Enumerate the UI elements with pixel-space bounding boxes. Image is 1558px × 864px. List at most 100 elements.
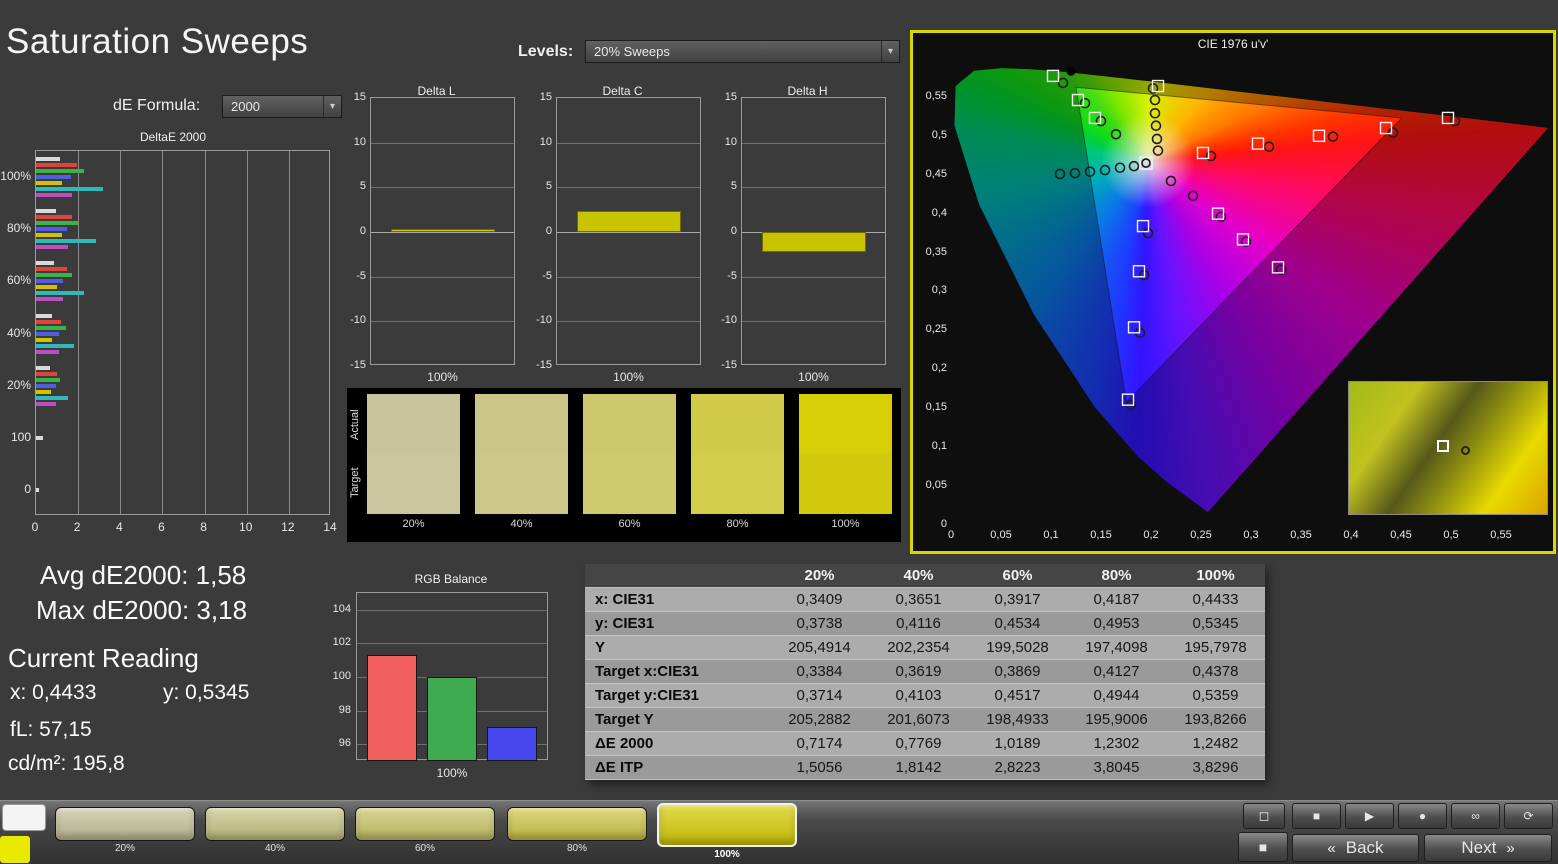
column-header: 100% (1166, 564, 1265, 587)
grid-line (742, 143, 885, 144)
cell: 3,8045 (1067, 756, 1166, 779)
corner-cell (585, 564, 770, 587)
table-row: ΔE 20000,71740,77691,01891,23021,2482 (585, 732, 1265, 756)
x-tick-label: 12 (278, 520, 298, 534)
y-tick-label: -10 (721, 314, 737, 326)
de-bar (36, 350, 59, 354)
cie-y-tick: 0 (913, 518, 947, 530)
cell: 0,4378 (1166, 660, 1265, 683)
table-row: Target x:CIE310,33840,36190,38690,41270,… (585, 660, 1265, 684)
swatch-actual (583, 394, 676, 454)
play-button[interactable]: ▶ (1345, 803, 1394, 829)
saturation-swatch (475, 394, 568, 514)
de-bar (36, 320, 61, 324)
play-icon: ▶ (1365, 809, 1374, 823)
grid-line (357, 643, 547, 644)
delta-bar (391, 229, 495, 232)
de-bar (36, 402, 56, 406)
de-bar (36, 227, 67, 231)
cie-y-tick: 0,3 (913, 284, 947, 296)
de-bar (36, 187, 103, 191)
y-tick-label: -10 (350, 314, 366, 326)
mini-plot (370, 97, 515, 365)
stop-big-button[interactable]: ■ (1238, 832, 1288, 862)
mini-plot (556, 97, 701, 365)
cell: 198,4933 (968, 708, 1067, 731)
cie-diagram-panel: CIE 1976 u'v' 00,050,10,150,20,250,30,35… (910, 30, 1556, 554)
cie-x-tick: 0,45 (1385, 529, 1417, 541)
cell: 0,3917 (968, 588, 1067, 611)
x-tick-label: 2 (67, 520, 87, 534)
cie-x-axis: 00,050,10,150,20,250,30,350,40,450,50,55 (913, 33, 1558, 551)
de-bar (36, 215, 72, 219)
cell: 193,8266 (1166, 708, 1265, 731)
window-icon: ◻ (1259, 808, 1270, 824)
record-button[interactable]: ● (1398, 803, 1447, 829)
de-bar (36, 209, 56, 213)
back-button[interactable]: « Back (1292, 834, 1419, 862)
cie-x-tick: 0,1 (1035, 529, 1067, 541)
cell: 2,8223 (968, 756, 1067, 779)
sync-button[interactable]: ⟳ (1504, 803, 1553, 829)
window-button[interactable]: ◻ (1243, 803, 1285, 829)
mini-xlabel: 100% (556, 370, 701, 384)
grid-line (371, 143, 514, 144)
levels-value: 20% Sweeps (594, 44, 670, 59)
rgb-y-axis: 1041021009896 (330, 592, 353, 760)
cell: 0,3409 (770, 588, 869, 611)
chevron-down-icon (881, 41, 899, 62)
stop-button[interactable]: ■ (1292, 803, 1341, 829)
grid-line (742, 321, 885, 322)
deltae-chart-panel: DeltaE 2000 100%80%60%40%20%1000 0246810… (8, 130, 338, 545)
y-tick-label: 15 (540, 91, 552, 103)
grid-line (205, 151, 206, 514)
de-bar (36, 221, 78, 225)
mini-y-axis: 151050-5-10-15 (532, 97, 554, 365)
cie-x-tick: 0,3 (1235, 529, 1267, 541)
de-bar (36, 169, 84, 173)
sync-icon: ⟳ (1523, 809, 1533, 823)
next-button[interactable]: Next » (1424, 834, 1552, 862)
loop-button[interactable]: ∞ (1451, 803, 1500, 829)
group-label: 80% (7, 221, 31, 235)
y-tick-label: 5 (731, 180, 737, 192)
mini-chart-title: Delta C (532, 84, 713, 98)
cie-y-tick: 0,2 (913, 362, 947, 374)
group-label: 100% (0, 169, 31, 183)
reading-y: y: 0,5345 (163, 681, 249, 705)
de-bar (36, 344, 74, 348)
grid-line (162, 151, 163, 514)
y-tick-label: 104 (333, 603, 351, 615)
cell: 1,0189 (968, 732, 1067, 755)
grid-line (742, 277, 885, 278)
cell: 0,3384 (770, 660, 869, 683)
mini-y-axis: 151050-5-10-15 (717, 97, 739, 365)
de-formula-dropdown[interactable]: 2000 (222, 95, 342, 118)
rgb-balance-panel: RGB Balance 1041021009896 100% (330, 568, 572, 783)
current-reading-title: Current Reading (8, 643, 199, 674)
grid-line (371, 232, 514, 233)
cell: 0,5359 (1166, 684, 1265, 707)
swatch-actual (799, 394, 892, 454)
levels-dropdown[interactable]: 20% Sweeps (585, 40, 900, 63)
grid-line (742, 187, 885, 188)
grid-line (78, 151, 79, 514)
x-tick-label: 14 (320, 520, 340, 534)
cell: 0,5345 (1166, 612, 1265, 635)
grid-line (289, 151, 290, 514)
avg-de2000: Avg dE2000: 1,58 (40, 560, 246, 591)
de-formula-row: dE Formula: (113, 97, 200, 115)
cell: 197,4098 (1067, 636, 1166, 659)
y-tick-label: -15 (350, 359, 366, 371)
cell: 0,4517 (968, 684, 1067, 707)
cell: 3,8296 (1166, 756, 1265, 779)
y-tick-label: 0 (731, 225, 737, 237)
table-row: Target Y205,2882201,6073198,4933195,9006… (585, 708, 1265, 732)
table-row: Y205,4914202,2354199,5028197,4098195,797… (585, 636, 1265, 660)
y-tick-label: 10 (540, 136, 552, 148)
cell: 0,4187 (1067, 588, 1166, 611)
blue-bar (487, 727, 537, 761)
deltae-chart-title: DeltaE 2000 (8, 130, 338, 144)
de-bar (36, 366, 50, 370)
y-tick-label: 10 (354, 136, 366, 148)
